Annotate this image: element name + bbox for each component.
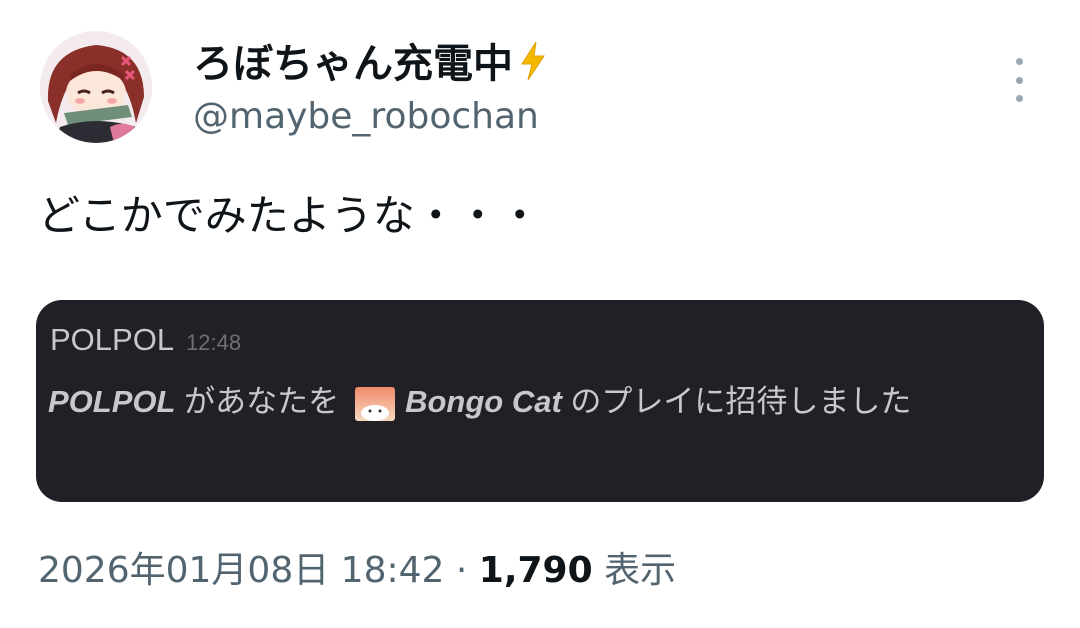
meta-separator: ·	[444, 550, 479, 591]
avatar[interactable]	[40, 31, 152, 143]
avatar-icon	[40, 31, 152, 143]
invite-actor: POLPOL	[48, 384, 176, 419]
more-vertical-icon	[1015, 58, 1023, 65]
author-display-name[interactable]: ろぼちゃん充電中	[193, 41, 513, 87]
tweet-text: どこかでみたような・・・	[38, 191, 541, 240]
invite-message: POLPOL があなたを Bongo Cat のプレイに招待しました	[48, 376, 911, 421]
tweet-meta: 2026年01月08日 18:42 · 1,790 表示	[38, 548, 676, 594]
message-header: POLPOL 12:48	[50, 322, 241, 358]
invite-text-1: があなたを	[175, 384, 340, 419]
game-icon	[355, 386, 396, 421]
more-options-button[interactable]	[1006, 58, 1032, 102]
tweet-datetime[interactable]: 2026年01月08日 18:42	[38, 550, 444, 591]
message-time: 12:48	[186, 330, 242, 355]
view-count: 1,790	[478, 550, 593, 591]
invite-text-2: のプレイに招待しました	[561, 384, 912, 419]
message-username: POLPOL	[50, 322, 175, 357]
more-vertical-icon-dot	[1015, 76, 1023, 84]
game-name: Bongo Cat	[405, 384, 562, 419]
lightning-bolt-icon	[519, 41, 547, 92]
views-label: 表示	[592, 550, 677, 591]
author-handle[interactable]: @maybe_robochan	[193, 95, 539, 139]
author-name[interactable]: ろぼちゃん充電中	[193, 40, 547, 92]
more-vertical-icon-dot	[1015, 95, 1023, 102]
attached-image[interactable]: POLPOL 12:48 POLPOL があなたを Bongo Cat のプレイに招…	[36, 300, 1044, 502]
